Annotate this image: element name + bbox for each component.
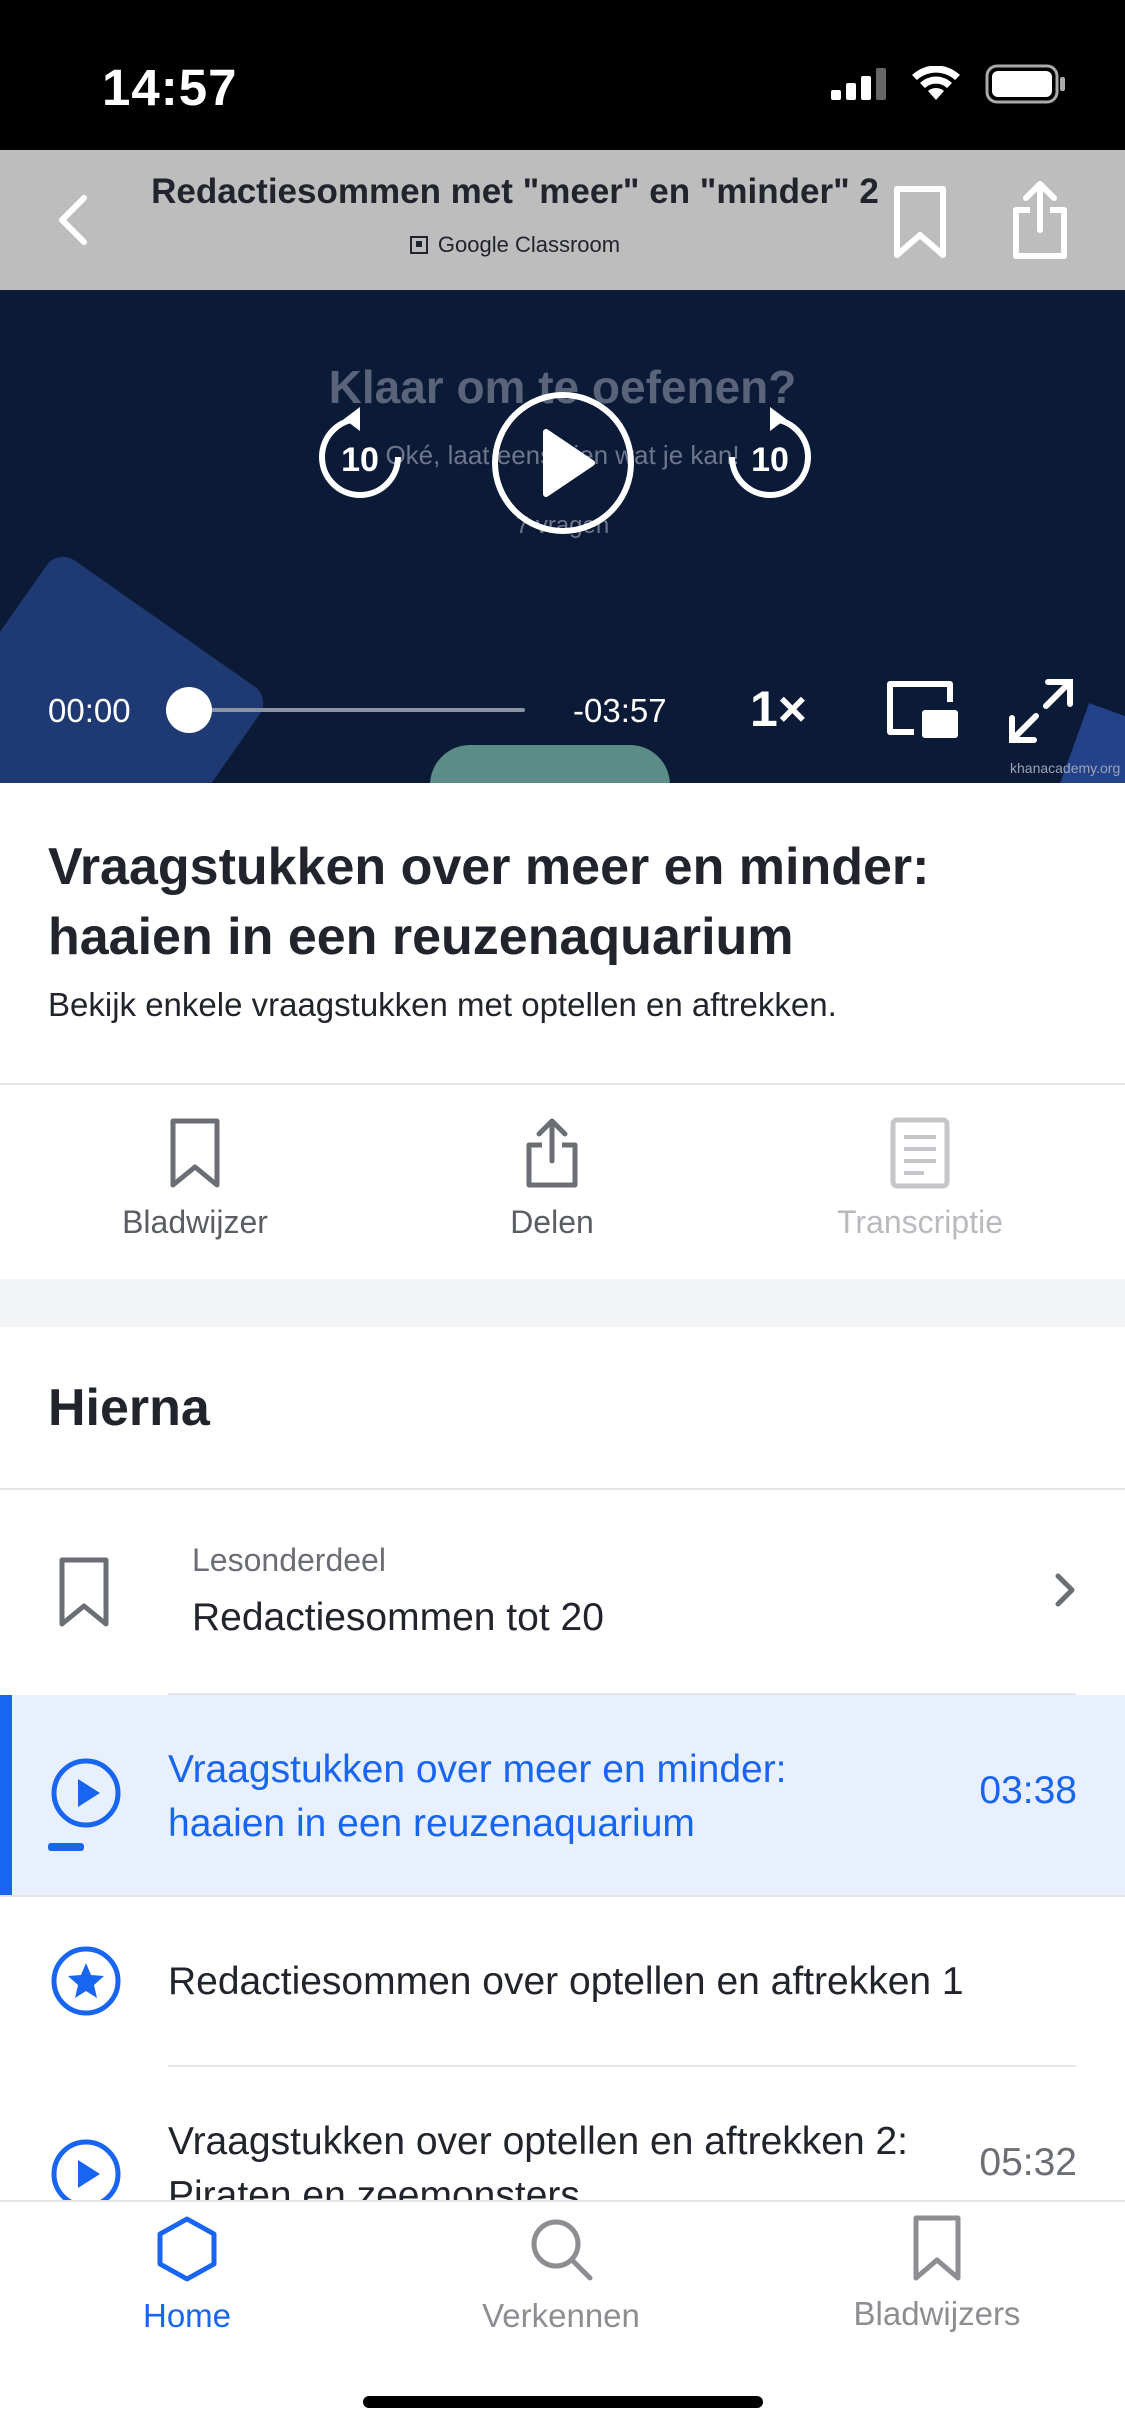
bookmark-icon: [913, 2215, 961, 2281]
transcript-action-label: Transcriptie: [837, 1204, 1003, 1240]
tab-bookmarks[interactable]: Bladwijzers: [797, 2214, 1077, 2333]
unit-title: Redactiesommen tot 20: [192, 1596, 604, 1639]
status-icons: [831, 64, 1067, 104]
lesson-description: Bekijk enkele vraagstukken met optellen …: [48, 986, 837, 1023]
picture-in-picture-button[interactable]: [884, 678, 960, 747]
search-icon: [531, 2219, 593, 2281]
tab-home[interactable]: Home: [47, 2214, 327, 2335]
tab-explore-label: Verkennen: [482, 2297, 640, 2334]
list-item-title: Vraagstukken over meer en minder: haaien…: [168, 1748, 787, 1845]
bookmark-icon: [59, 1557, 109, 1627]
chevron-left-icon: [59, 195, 87, 245]
bookmark-action-label: Bladwijzer: [122, 1204, 268, 1240]
divider: [0, 1083, 1125, 1085]
signal-icon: [831, 68, 886, 100]
forward-label: 10: [751, 441, 789, 479]
wifi-icon: [912, 66, 960, 100]
unit-icon: [58, 1556, 110, 1633]
list-item-title: Redactiesommen over optellen en aftrekke…: [168, 1960, 964, 2003]
transcript-action-button: Transcriptie: [790, 1117, 1050, 1241]
unit-row[interactable]: Lesonderdeel Redactiesommen tot 20: [0, 1490, 1125, 1695]
battery-icon: [985, 64, 1065, 104]
status-bar: 14:57: [0, 0, 1125, 150]
video-play-icon: [50, 1757, 122, 1834]
share-action-label: Delen: [510, 1204, 594, 1240]
status-time: 14:57: [102, 59, 238, 116]
content-subtitle: Google Classroom: [150, 232, 880, 258]
share-icon: [1013, 181, 1067, 259]
list-item-duration: 05:32: [979, 2141, 1077, 2184]
playback-speed-button[interactable]: 1×: [750, 680, 807, 738]
fullscreen-button[interactable]: [1008, 678, 1074, 749]
tab-explore[interactable]: Verkennen: [421, 2214, 701, 2335]
pip-icon: [887, 681, 958, 738]
rewind-label: 10: [341, 441, 379, 479]
play-icon: [492, 392, 634, 534]
transcript-icon: [890, 1117, 950, 1189]
subtitle-text: Google Classroom: [437, 232, 621, 257]
video-player[interactable]: Klaar om te oefenen? Oké, laat eens zien…: [0, 290, 1125, 783]
unit-kicker: Lesonderdeel: [192, 1542, 386, 1578]
header-bookmark-button[interactable]: [893, 185, 947, 264]
play-button[interactable]: [490, 390, 636, 541]
home-indicator: [363, 2396, 763, 2408]
tab-bookmarks-label: Bladwijzers: [853, 2295, 1021, 2332]
bookmark-icon: [894, 186, 946, 258]
list-item[interactable]: Vraagstukken over optellen en aftrekken …: [0, 2065, 1125, 2205]
back-button[interactable]: [44, 190, 104, 250]
home-icon: [157, 2216, 217, 2282]
forward-10-button[interactable]: 10: [720, 405, 820, 510]
list-item-duration: 03:38: [979, 1769, 1077, 1812]
time-elapsed: 00:00: [48, 692, 131, 729]
lesson-title: Vraagstukken over meer en minder: haaien…: [48, 838, 930, 966]
share-icon: [526, 1118, 578, 1188]
exercise-star-icon: [50, 1945, 122, 2022]
section-separator: [0, 1279, 1125, 1327]
tab-home-label: Home: [142, 2297, 232, 2334]
watermark: khanacademy.org: [1010, 760, 1121, 776]
rewind-10-button[interactable]: 10: [310, 405, 410, 510]
video-play-icon: [50, 2138, 122, 2205]
forward-icon: 10: [729, 407, 811, 498]
fullscreen-icon: [1009, 679, 1073, 743]
progress-indicator: [48, 1843, 84, 1851]
rewind-icon: 10: [319, 407, 401, 498]
video-decoration: [0, 548, 272, 783]
list-item[interactable]: Redactiesommen over optellen en aftrekke…: [0, 1895, 1125, 2065]
list-item-title: Vraagstukken over optellen en aftrekken …: [168, 2120, 909, 2205]
nav-header: Redactiesommen met "meer" en "minder" 2 …: [0, 150, 1125, 290]
content-title: Redactiesommen met "meer" en "minder" 2: [151, 172, 879, 211]
share-action-button[interactable]: Delen: [422, 1117, 682, 1241]
bookmark-icon: [170, 1118, 220, 1188]
next-heading: Hierna: [48, 1379, 210, 1437]
scrubber-knob[interactable]: [166, 687, 212, 733]
classroom-icon: [409, 236, 428, 254]
header-share-button[interactable]: [1010, 180, 1070, 265]
action-row: Bladwijzer Delen Transcriptie: [0, 1087, 1125, 1277]
chevron-right-icon: [1052, 1570, 1078, 1615]
time-remaining: -03:57: [573, 692, 667, 729]
bookmark-action-button[interactable]: Bladwijzer: [65, 1117, 325, 1241]
scrubber-track[interactable]: [185, 708, 525, 712]
list-item-active[interactable]: Vraagstukken over meer en minder: haaien…: [0, 1695, 1125, 1895]
active-indicator: [0, 1695, 12, 1895]
video-decoration: [430, 745, 670, 783]
